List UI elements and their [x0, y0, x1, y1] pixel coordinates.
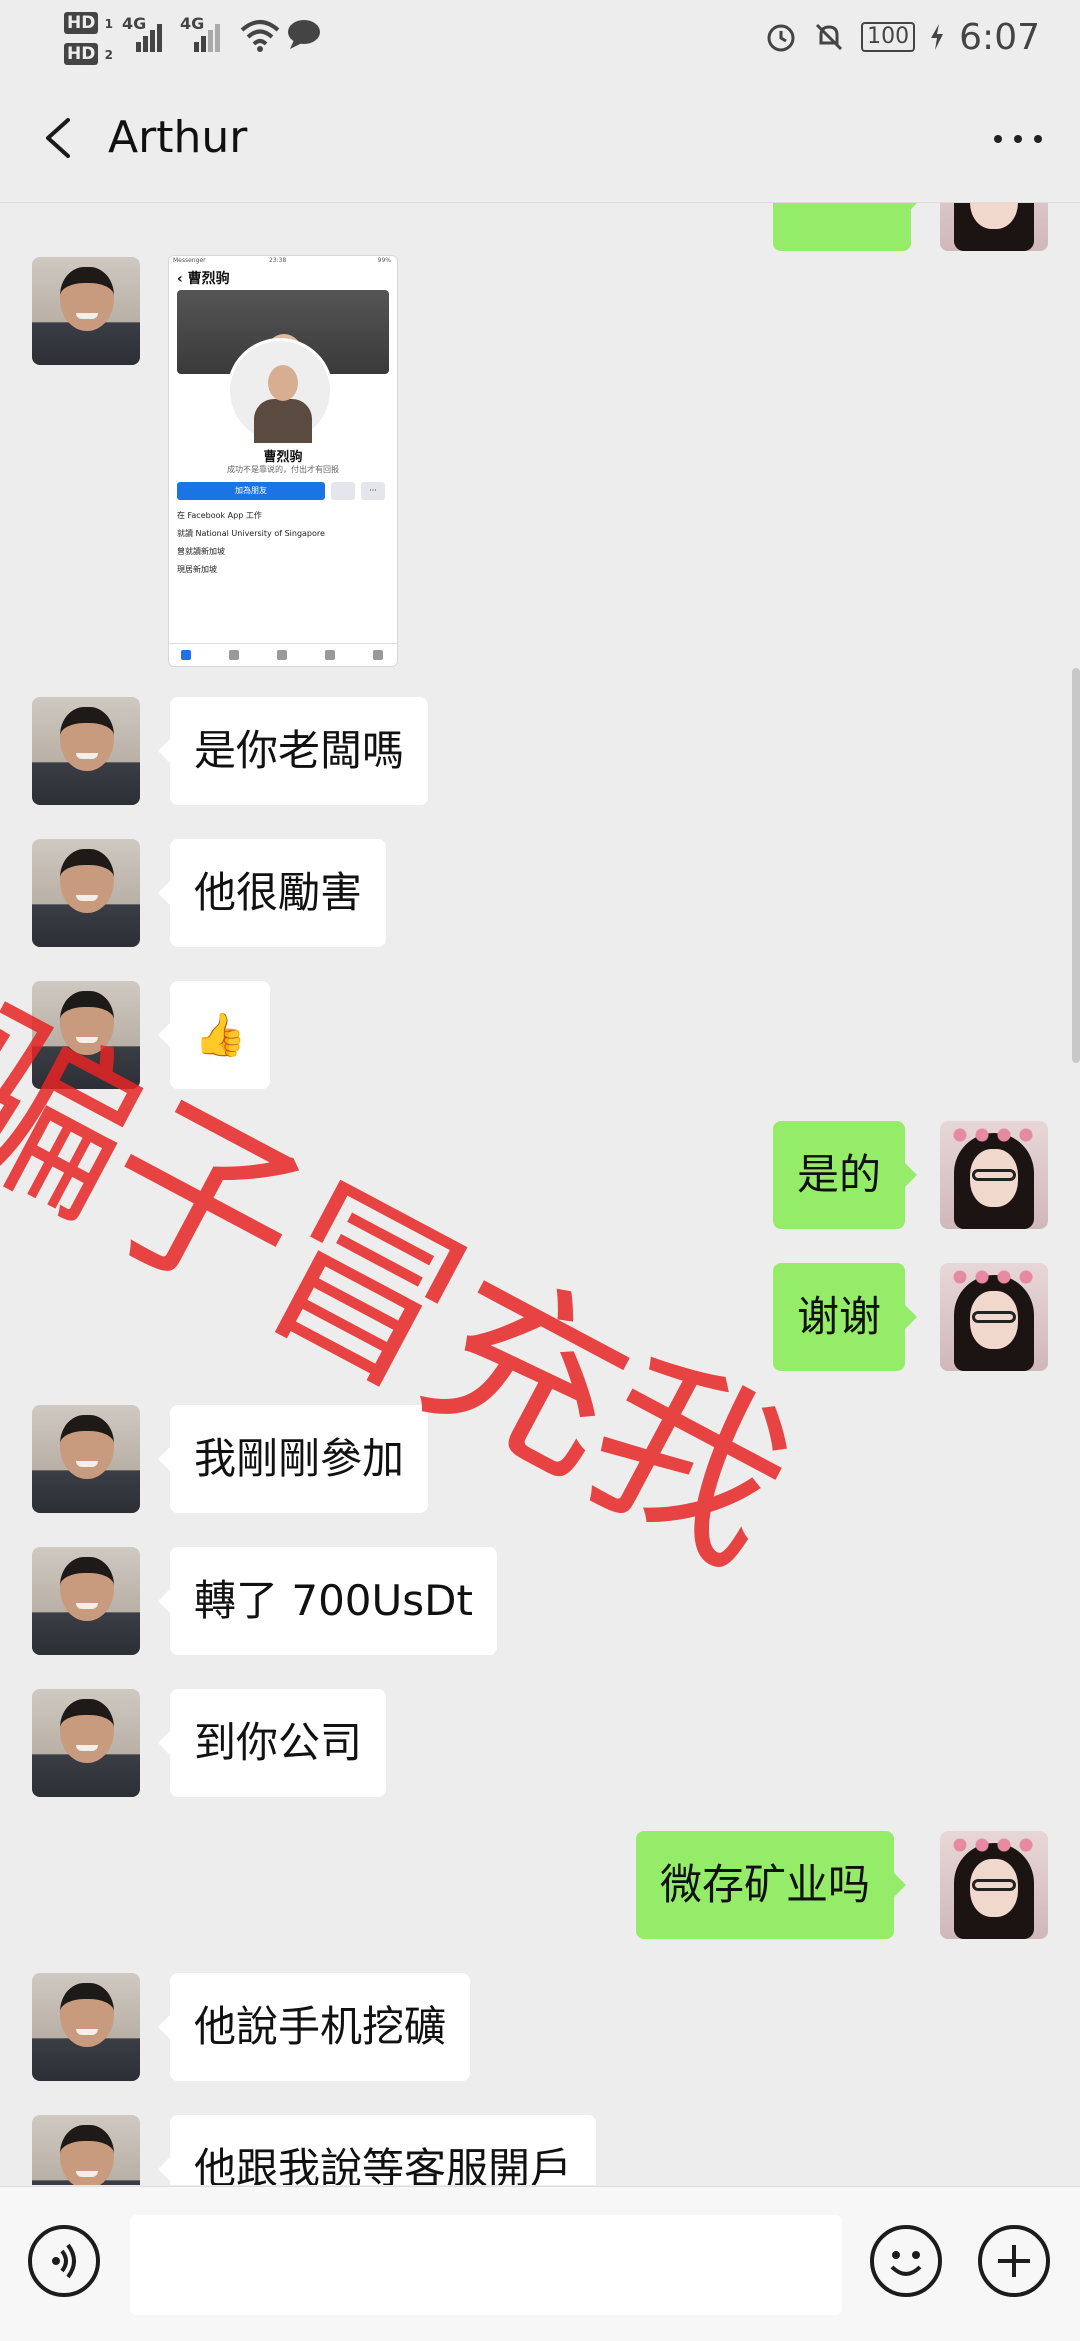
- image-status-time: 23:38: [269, 257, 287, 264]
- message-input[interactable]: [130, 2215, 842, 2315]
- message-bubble[interactable]: 他說手机挖礦: [157, 1973, 471, 2081]
- image-info-line: 就讀 National University of Singapore: [177, 529, 325, 538]
- input-bar: [0, 2186, 1080, 2341]
- signal-1-icon: 4G: [122, 14, 166, 52]
- image-profile-title: ‹ 曹烈驹: [177, 271, 230, 287]
- partial-message-bubble[interactable]: [773, 203, 923, 251]
- chat-header: Arthur: [0, 78, 1080, 203]
- contact-avatar[interactable]: [32, 981, 140, 1089]
- hd-indicators: HD 1 HD 2: [64, 8, 116, 70]
- message-bubble[interactable]: 是你老闆嗎: [157, 697, 429, 805]
- wifi-icon: [240, 20, 280, 52]
- chat-title: Arthur: [108, 112, 248, 163]
- image-status-right: 99%: [377, 257, 391, 264]
- image-profile-title-text: 曹烈驹: [187, 271, 230, 287]
- emoji-button[interactable]: [870, 2225, 942, 2297]
- image-more-button: ···: [361, 482, 385, 500]
- image-status-left: Messenger: [173, 257, 206, 264]
- contact-avatar[interactable]: [32, 1547, 140, 1655]
- battery-level: 100: [861, 22, 916, 52]
- my-avatar[interactable]: [940, 1121, 1048, 1229]
- contact-avatar[interactable]: [32, 1405, 140, 1513]
- back-arrow-icon: [46, 118, 70, 158]
- image-messenger-button: [331, 482, 355, 500]
- hd1-sub: 1: [104, 17, 113, 31]
- network-2-label: 4G: [180, 14, 205, 33]
- image-profile-name: 曹烈驹: [263, 450, 303, 465]
- shared-screenshot-image[interactable]: Messenger 23:38 99% ‹ 曹烈驹 曹烈驹 成功不是靠说的，付出…: [168, 255, 398, 667]
- message-bubble[interactable]: 是的: [773, 1121, 918, 1229]
- message-bubble[interactable]: 微存矿业吗: [636, 1831, 907, 1939]
- more-options-button[interactable]: [986, 108, 1050, 168]
- image-profile-subtitle: 成功不是靠说的，付出才有回报: [227, 465, 339, 474]
- alarm-icon: [767, 24, 795, 52]
- scrollbar-thumb[interactable]: [1072, 668, 1080, 1063]
- my-avatar[interactable]: [940, 1831, 1048, 1939]
- status-right: 100 6:07: [765, 12, 1040, 62]
- my-avatar[interactable]: [940, 1263, 1048, 1371]
- charging-icon: [931, 24, 944, 50]
- image-info-line: 在 Facebook App 工作: [177, 511, 262, 520]
- hd1-badge: HD: [64, 12, 99, 34]
- emoji-icon: [890, 2251, 922, 2276]
- my-avatar[interactable]: [940, 203, 1048, 251]
- message-bubble[interactable]: 谢谢: [773, 1263, 918, 1371]
- contact-avatar[interactable]: [32, 1973, 140, 2081]
- message-bubble[interactable]: 到你公司: [157, 1689, 387, 1797]
- message-bubble[interactable]: 他跟我說等客服開戶: [157, 2115, 597, 2185]
- signal-2-icon: 4G: [180, 14, 224, 52]
- hd2-sub: 2: [104, 48, 113, 62]
- contact-avatar[interactable]: [32, 839, 140, 947]
- mute-icon: [816, 23, 843, 51]
- image-add-friend-button: 加為朋友: [177, 482, 325, 500]
- image-info-line: 現居新加坡: [177, 565, 217, 574]
- contact-avatar[interactable]: [32, 1689, 140, 1797]
- thumbs-up-bubble[interactable]: 👍: [157, 981, 271, 1089]
- hd2-badge: HD: [64, 43, 99, 65]
- chat-bubble-icon: [288, 20, 320, 49]
- voice-button[interactable]: [28, 2225, 100, 2297]
- image-bottom-nav: [169, 643, 397, 666]
- image-status-bar: Messenger 23:38 99%: [169, 256, 397, 266]
- status-bar: HD 1 HD 2 4G 4G 100 6:07: [0, 0, 1080, 78]
- contact-avatar[interactable]: [32, 697, 140, 805]
- message-list[interactable]: Messenger 23:38 99% ‹ 曹烈驹 曹烈驹 成功不是靠说的，付出…: [0, 203, 1080, 2185]
- clock: 6:07: [959, 16, 1040, 58]
- image-profile-photo: [227, 338, 333, 444]
- image-info-line: 曾就讀新加坡: [177, 547, 225, 556]
- network-1-label: 4G: [122, 14, 147, 33]
- plus-icon: [998, 2245, 1030, 2277]
- back-button[interactable]: [30, 108, 90, 168]
- message-bubble[interactable]: 我剛剛參加: [157, 1405, 429, 1513]
- voice-icon: [52, 2243, 76, 2279]
- message-bubble[interactable]: 轉了 700UsDt: [158, 1547, 497, 1655]
- more-functions-button[interactable]: [978, 2225, 1050, 2297]
- contact-avatar[interactable]: [32, 257, 140, 365]
- contact-avatar[interactable]: [32, 2115, 140, 2185]
- message-bubble[interactable]: 他很勵害: [157, 839, 387, 947]
